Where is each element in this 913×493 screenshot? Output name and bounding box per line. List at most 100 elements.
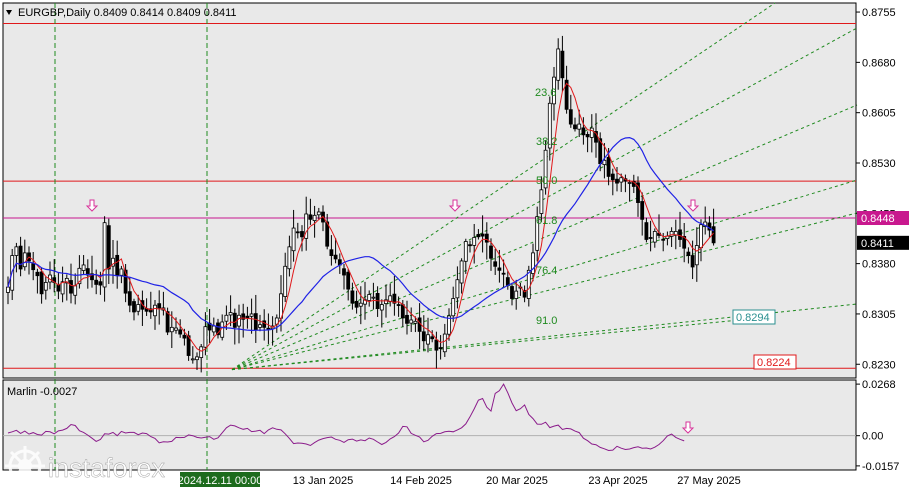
candle-body <box>396 304 401 306</box>
candle-body <box>342 268 346 276</box>
candle-body <box>39 271 44 295</box>
candle-body <box>560 50 565 79</box>
time-tick-label: 2024.12.11 00:00 <box>178 475 263 487</box>
candle-body <box>333 254 338 260</box>
price-tag-red: 0.8224 <box>757 357 791 369</box>
fib-level-label: 38.2 <box>536 136 557 148</box>
candle-body <box>430 336 435 340</box>
time-tick-label: 23 Apr 2025 <box>588 475 647 487</box>
candle-body <box>106 225 111 270</box>
candle-body <box>308 214 313 220</box>
candle-body <box>287 246 292 270</box>
indicator-tick-label: 0.0268 <box>862 379 896 391</box>
watermark-brand: instaforex <box>48 453 166 483</box>
candle-body <box>18 245 23 270</box>
candle-body <box>115 254 120 277</box>
candle-body <box>81 264 86 271</box>
candle-body <box>505 277 510 286</box>
candle-body <box>602 159 607 165</box>
candle-body <box>245 315 250 319</box>
candle-body <box>232 312 237 328</box>
candle-body <box>455 279 460 299</box>
candle-body <box>619 177 624 183</box>
candle-body <box>258 324 262 328</box>
candle-body <box>413 320 418 324</box>
candle-body <box>480 233 485 237</box>
candle-body <box>266 327 271 330</box>
candle-body <box>438 347 443 350</box>
candle-body <box>224 314 229 322</box>
candle-body <box>295 231 300 234</box>
candle-body <box>283 265 288 297</box>
candle-body <box>329 249 334 256</box>
candle-body <box>409 319 414 324</box>
candle-body <box>400 304 405 319</box>
candle-body <box>526 269 531 299</box>
candle-body <box>468 244 472 247</box>
candle-body <box>610 173 615 181</box>
candle-body <box>262 320 267 328</box>
price-tick-label: 0.8305 <box>862 309 896 321</box>
candle-body <box>451 298 456 317</box>
candle-body <box>615 178 619 184</box>
candle-body <box>489 245 493 259</box>
time-tick-label: 14 Feb 2025 <box>390 475 452 487</box>
fib-level-label: 91.0 <box>536 315 557 327</box>
candle-body <box>694 245 699 266</box>
price-tick-label: 0.8380 <box>862 259 896 271</box>
candle-body <box>442 333 447 353</box>
time-tick-label: 20 Mar 2025 <box>486 475 548 487</box>
candle-body <box>661 238 666 241</box>
candle-body <box>556 48 561 81</box>
candle-body <box>459 260 464 284</box>
candle-body <box>589 127 594 138</box>
watermark-tagline: Instant Forex Trading <box>55 481 150 492</box>
candle-body <box>69 280 73 294</box>
candle-body <box>652 231 657 243</box>
candle-body <box>354 300 359 308</box>
candle-body <box>174 327 178 331</box>
candle-body <box>367 294 372 301</box>
candle-body <box>249 313 254 317</box>
price-tick-label: 0.8755 <box>862 7 896 19</box>
instaforex-logo <box>5 446 45 486</box>
candle-body <box>291 227 296 252</box>
candle-body <box>169 326 174 333</box>
price-tick-label: 0.8680 <box>862 57 896 69</box>
candle-body <box>94 279 99 285</box>
indicator-tick-label: 0.00 <box>862 431 883 443</box>
chart-canvas: 0.87550.86800.86050.85300.84550.83800.83… <box>0 0 913 493</box>
candle-body <box>585 134 590 138</box>
price-tick-label: 0.8605 <box>862 108 896 120</box>
candle-body <box>463 241 468 262</box>
candle-body <box>98 281 103 286</box>
candle-body <box>31 263 36 271</box>
price-tick-label: 0.8530 <box>862 158 896 170</box>
candle-body <box>127 291 132 306</box>
indicator-name: Marlin -0.0027 <box>7 386 77 398</box>
candle-body <box>312 214 317 222</box>
price-panel <box>2 2 857 379</box>
candle-body <box>190 358 195 361</box>
candle-body <box>43 282 48 291</box>
candle-body <box>484 233 489 243</box>
time-tick-label: 27 May 2025 <box>677 475 741 487</box>
candle-body <box>211 325 216 333</box>
candle-body <box>497 267 502 271</box>
candle-body <box>203 326 208 348</box>
candle-body <box>606 156 611 177</box>
candle-body <box>316 211 321 216</box>
candle-body <box>577 123 582 130</box>
candle-body <box>405 314 409 324</box>
indicator-tick-label: -0.0157 <box>862 461 899 473</box>
candle-body <box>199 346 204 358</box>
candle-body <box>644 222 649 240</box>
candle-body <box>253 313 258 331</box>
candle-body <box>434 339 439 351</box>
candle-body <box>350 290 355 304</box>
candle-body <box>539 189 544 214</box>
candle-body <box>426 334 430 345</box>
candle-body <box>153 304 157 317</box>
candle-body <box>476 234 481 238</box>
candle-body <box>178 329 183 335</box>
